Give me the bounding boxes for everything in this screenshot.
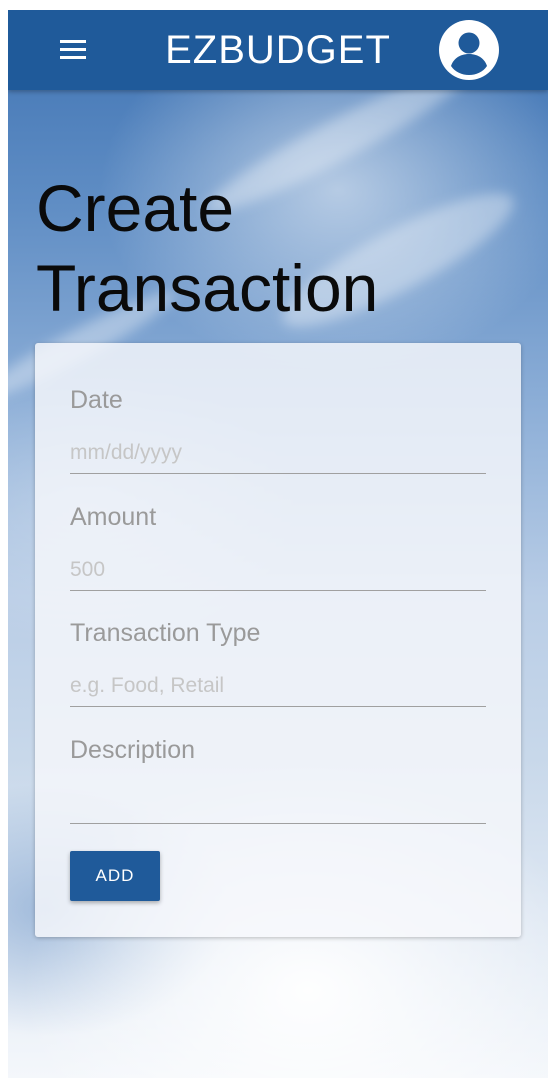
page-title-line-1: Create — [36, 171, 235, 245]
description-input[interactable] — [70, 783, 486, 824]
transaction-form-card: Date Amount Transaction Type Description… — [35, 343, 521, 937]
account-circle-icon — [439, 20, 499, 80]
date-label: Date — [70, 386, 123, 414]
account-button[interactable] — [438, 19, 500, 81]
app-bar: EZBUDGET — [8, 10, 548, 90]
amount-input[interactable] — [70, 550, 486, 591]
app-title: EZBUDGET — [165, 28, 391, 72]
transaction-type-input[interactable] — [70, 666, 486, 707]
app-frame: EZBUDGET Create Transaction Date Amount … — [8, 10, 548, 1078]
description-label: Description — [70, 736, 196, 764]
page-title-line-2: Transaction — [36, 251, 379, 325]
page-title: Create Transaction — [36, 168, 536, 328]
menu-button[interactable] — [52, 36, 94, 66]
date-input[interactable] — [70, 433, 486, 474]
amount-label: Amount — [70, 503, 157, 531]
transaction-type-label: Transaction Type — [70, 619, 261, 647]
add-button[interactable]: ADD — [70, 851, 160, 901]
